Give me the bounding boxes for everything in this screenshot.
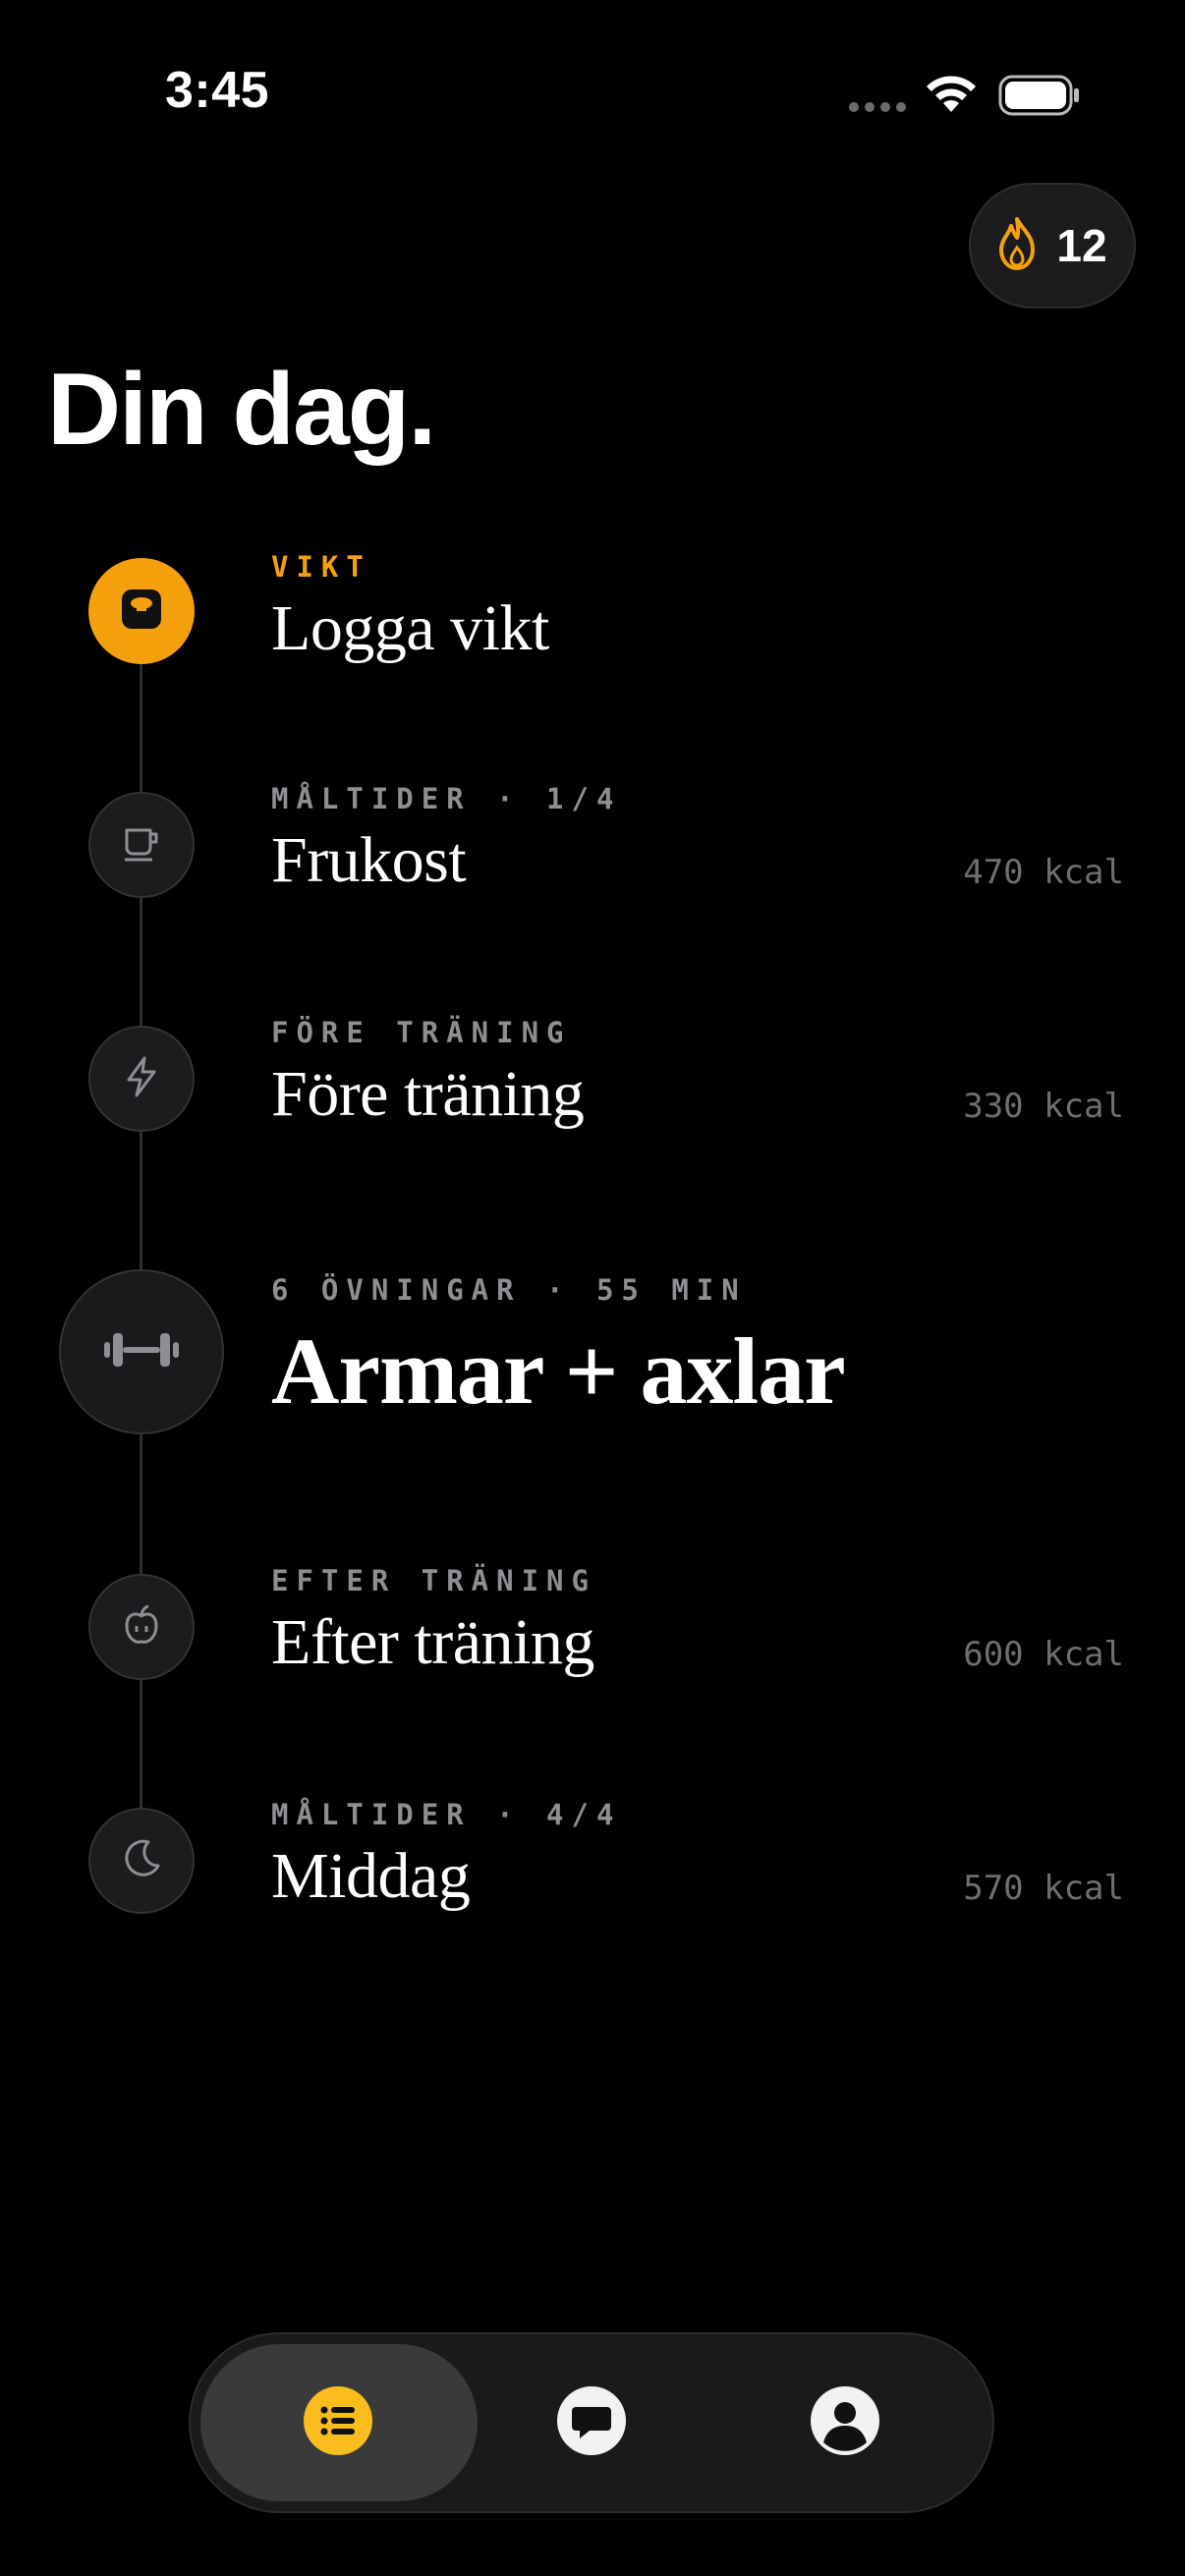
streak-count: 12 xyxy=(1056,220,1107,271)
apple-icon xyxy=(119,1602,164,1652)
tab-chat[interactable] xyxy=(556,2385,627,2460)
flame-icon xyxy=(997,216,1037,275)
timeline-title[interactable]: Frukost xyxy=(271,823,467,898)
timeline-kicker: MÅLTIDER · 4/4 xyxy=(271,1798,622,1831)
timeline-kicker: MÅLTIDER · 1/4 xyxy=(271,782,622,815)
bolt-icon xyxy=(119,1054,164,1103)
weight-icon xyxy=(119,587,164,636)
cup-icon xyxy=(119,820,164,869)
timeline-kicker: FÖRE TRÄNING xyxy=(271,1016,572,1049)
wifi-icon xyxy=(924,73,979,118)
timeline-node-weight[interactable] xyxy=(88,558,195,664)
timeline-node-post-workout[interactable] xyxy=(88,1574,195,1680)
timeline-title[interactable]: Armar + axlar xyxy=(271,1316,846,1426)
timeline-node-workout[interactable] xyxy=(59,1269,224,1434)
timeline-kcal: 330 kcal xyxy=(963,1087,1124,1126)
timeline-title[interactable]: Logga vikt xyxy=(271,591,549,666)
timeline-node-breakfast[interactable] xyxy=(88,792,195,898)
timeline-kcal: 570 kcal xyxy=(963,1869,1124,1908)
moon-icon xyxy=(119,1836,164,1885)
tab-today[interactable] xyxy=(303,2385,373,2460)
page-title: Din dag. xyxy=(47,353,436,467)
timeline-kcal: 470 kcal xyxy=(963,853,1124,892)
timeline-kicker: EFTER TRÄNING xyxy=(271,1564,596,1597)
profile-icon xyxy=(810,2385,880,2460)
dumbbell-icon xyxy=(102,1325,181,1378)
streak-badge[interactable]: 12 xyxy=(969,183,1136,308)
timeline-node-pre-workout[interactable] xyxy=(88,1026,195,1132)
status-time: 3:45 xyxy=(165,62,270,119)
timeline-title[interactable]: Efter träning xyxy=(271,1605,594,1680)
timeline-title[interactable]: Före träning xyxy=(271,1057,585,1132)
tab-profile[interactable] xyxy=(810,2385,880,2460)
timeline-kicker: 6 ÖVNINGAR · 55 MIN xyxy=(271,1273,747,1307)
chat-icon xyxy=(556,2385,627,2460)
timeline-title[interactable]: Middag xyxy=(271,1839,471,1914)
battery-icon xyxy=(998,75,1081,122)
cellular-signal-icon xyxy=(849,102,906,112)
timeline-node-dinner[interactable] xyxy=(88,1808,195,1914)
timeline-kcal: 600 kcal xyxy=(963,1635,1124,1674)
list-icon xyxy=(303,2385,373,2460)
timeline-kicker: VIKT xyxy=(271,550,371,584)
